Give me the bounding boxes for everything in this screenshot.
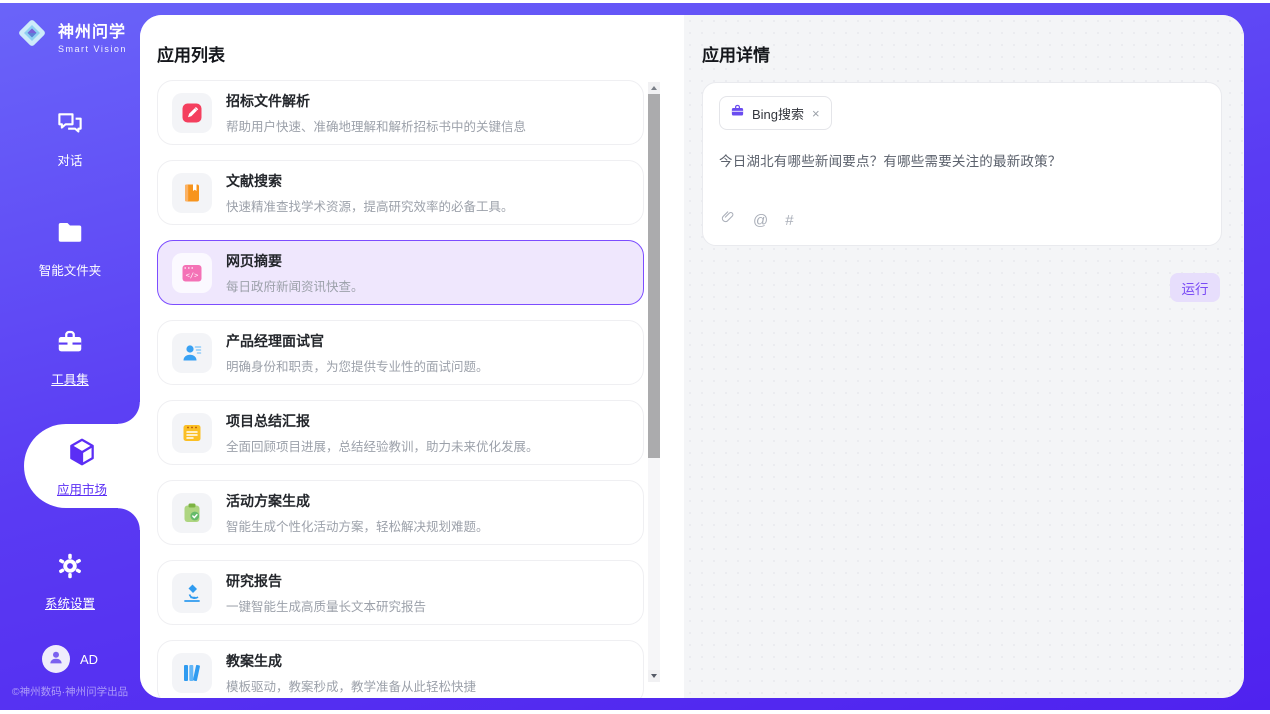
app-list-section: 应用列表 招标文件解析 帮助用户快速、准确地理解和解析招标书中的关键信息 xyxy=(140,15,684,698)
prompt-toolbar: @ # xyxy=(720,209,794,231)
person-icon xyxy=(47,648,65,671)
gear-icon xyxy=(0,551,140,586)
paperclip-icon[interactable] xyxy=(720,209,736,231)
app-detail-title: 应用详情 xyxy=(702,41,770,66)
folder-icon xyxy=(0,218,140,253)
list-item-web-summary[interactable]: </> 网页摘要 每日政府新闻资讯快查。 xyxy=(157,240,644,305)
books-icon xyxy=(172,653,212,693)
app-desc: 模板驱动，教案秒成，教学准备从此轻松快捷 xyxy=(226,676,476,695)
sidebar-item-label: 对话 xyxy=(0,150,140,169)
sidebar-item-smart-folder[interactable]: 智能文件夹 xyxy=(0,218,140,279)
app-desc: 每日政府新闻资讯快查。 xyxy=(226,276,364,295)
list-item-project-summary[interactable]: 项目总结汇报 全面回顾项目进展，总结经验教训，助力未来优化发展。 xyxy=(157,400,644,465)
scroll-down-button[interactable] xyxy=(648,670,660,682)
app-window: 神州问学 Smart Vision 对话 智能文件夹 xyxy=(0,3,1270,710)
list-item-research-report[interactable]: 研究报告 一键智能生成高质量长文本研究报告 xyxy=(157,560,644,625)
chat-icon xyxy=(0,108,140,143)
app-desc: 一键智能生成高质量长文本研究报告 xyxy=(226,596,426,615)
clipboard-check-icon xyxy=(172,493,212,533)
close-icon[interactable]: × xyxy=(811,107,821,120)
brand-text: 神州问学 Smart Vision xyxy=(58,18,127,54)
sidebar: 神州问学 Smart Vision 对话 智能文件夹 xyxy=(0,3,140,710)
brand-name: 神州问学 xyxy=(58,24,126,41)
topic-icon[interactable]: # xyxy=(785,212,793,229)
app-title: 教案生成 xyxy=(226,651,476,671)
app-title: 项目总结汇报 xyxy=(226,411,539,431)
document-edit-icon xyxy=(172,93,212,133)
interviewer-icon xyxy=(172,333,212,373)
list-item-literature-search[interactable]: 文献搜索 快速精准查找学术资源，提高研究效率的必备工具。 xyxy=(157,160,644,225)
app-desc: 明确身份和职责，为您提供专业性的面试问题。 xyxy=(226,356,489,375)
brand-logo: 神州问学 Smart Vision xyxy=(14,15,127,56)
svg-text:</>: </> xyxy=(186,271,199,279)
copyright-text: ©神州数码·神州问学出品 xyxy=(0,684,140,699)
sidebar-item-chat[interactable]: 对话 xyxy=(0,108,140,169)
scroll-up-button[interactable] xyxy=(648,82,660,94)
list-item-pm-interviewer[interactable]: 产品经理面试官 明确身份和职责，为您提供专业性的面试问题。 xyxy=(157,320,644,385)
main-panel: 应用列表 招标文件解析 帮助用户快速、准确地理解和解析招标书中的关键信息 xyxy=(140,15,1244,698)
sidebar-item-label: 工具集 xyxy=(0,369,140,388)
app-desc: 全面回顾项目进展，总结经验教训，助力未来优化发展。 xyxy=(226,436,539,455)
app-detail-section: 应用详情 Bing搜索 × 今日湖北有哪些新闻要点？有哪些需要关注的最新政策？ xyxy=(684,15,1244,698)
app-desc: 帮助用户快速、准确地理解和解析招标书中的关键信息 xyxy=(226,116,526,135)
sidebar-item-label: 系统设置 xyxy=(0,593,140,612)
prompt-card: Bing搜索 × 今日湖北有哪些新闻要点？有哪些需要关注的最新政策？ @ # xyxy=(702,82,1222,246)
tool-tag-label: Bing搜索 xyxy=(752,104,804,123)
browser-code-icon: </> xyxy=(172,253,212,293)
triangle-up-icon xyxy=(651,86,657,90)
avatar xyxy=(42,645,70,673)
app-title: 招标文件解析 xyxy=(226,91,526,111)
sidebar-item-label: 智能文件夹 xyxy=(0,260,140,279)
app-title: 研究报告 xyxy=(226,571,426,591)
list-item-event-plan[interactable]: 活动方案生成 智能生成个性化活动方案，轻松解决规划难题。 xyxy=(157,480,644,545)
note-icon xyxy=(172,413,212,453)
app-desc: 快速精准查找学术资源，提高研究效率的必备工具。 xyxy=(226,196,514,215)
app-desc: 智能生成个性化活动方案，轻松解决规划难题。 xyxy=(226,516,489,535)
diamond-logo-icon xyxy=(14,15,50,56)
list-item-lesson-plan[interactable]: 教案生成 模板驱动，教案秒成，教学准备从此轻松快捷 xyxy=(157,640,644,698)
user-account[interactable]: AD xyxy=(0,645,140,673)
app-title: 产品经理面试官 xyxy=(226,331,489,351)
run-button[interactable]: 运行 xyxy=(1170,273,1220,302)
scrollbar[interactable] xyxy=(648,82,660,682)
toolbox-icon xyxy=(0,327,140,362)
research-icon xyxy=(172,573,212,613)
app-list: 招标文件解析 帮助用户快速、准确地理解和解析招标书中的关键信息 文献搜索 xyxy=(157,80,684,698)
user-initials: AD xyxy=(80,652,98,667)
tool-tag-bing-search[interactable]: Bing搜索 × xyxy=(719,96,832,130)
brand-tagline: Smart Vision xyxy=(58,44,127,54)
list-item-bid-doc-analysis[interactable]: 招标文件解析 帮助用户快速、准确地理解和解析招标书中的关键信息 xyxy=(157,80,644,145)
app-title: 网页摘要 xyxy=(226,251,364,271)
briefcase-icon xyxy=(730,103,745,123)
app-title: 活动方案生成 xyxy=(226,491,489,511)
triangle-down-icon xyxy=(651,674,657,678)
sidebar-item-label: 应用市场 xyxy=(24,479,140,498)
sidebar-item-app-market[interactable]: 应用市场 xyxy=(24,424,140,508)
sidebar-item-toolset[interactable]: 工具集 xyxy=(0,327,140,388)
sidebar-item-settings[interactable]: 系统设置 xyxy=(0,551,140,612)
mention-icon[interactable]: @ xyxy=(753,212,768,229)
cube-icon xyxy=(66,455,98,472)
prompt-input[interactable]: 今日湖北有哪些新闻要点？有哪些需要关注的最新政策？ xyxy=(719,150,1205,170)
scrollbar-thumb[interactable] xyxy=(648,94,660,458)
book-icon xyxy=(172,173,212,213)
app-list-title: 应用列表 xyxy=(157,41,225,66)
app-title: 文献搜索 xyxy=(226,171,514,191)
